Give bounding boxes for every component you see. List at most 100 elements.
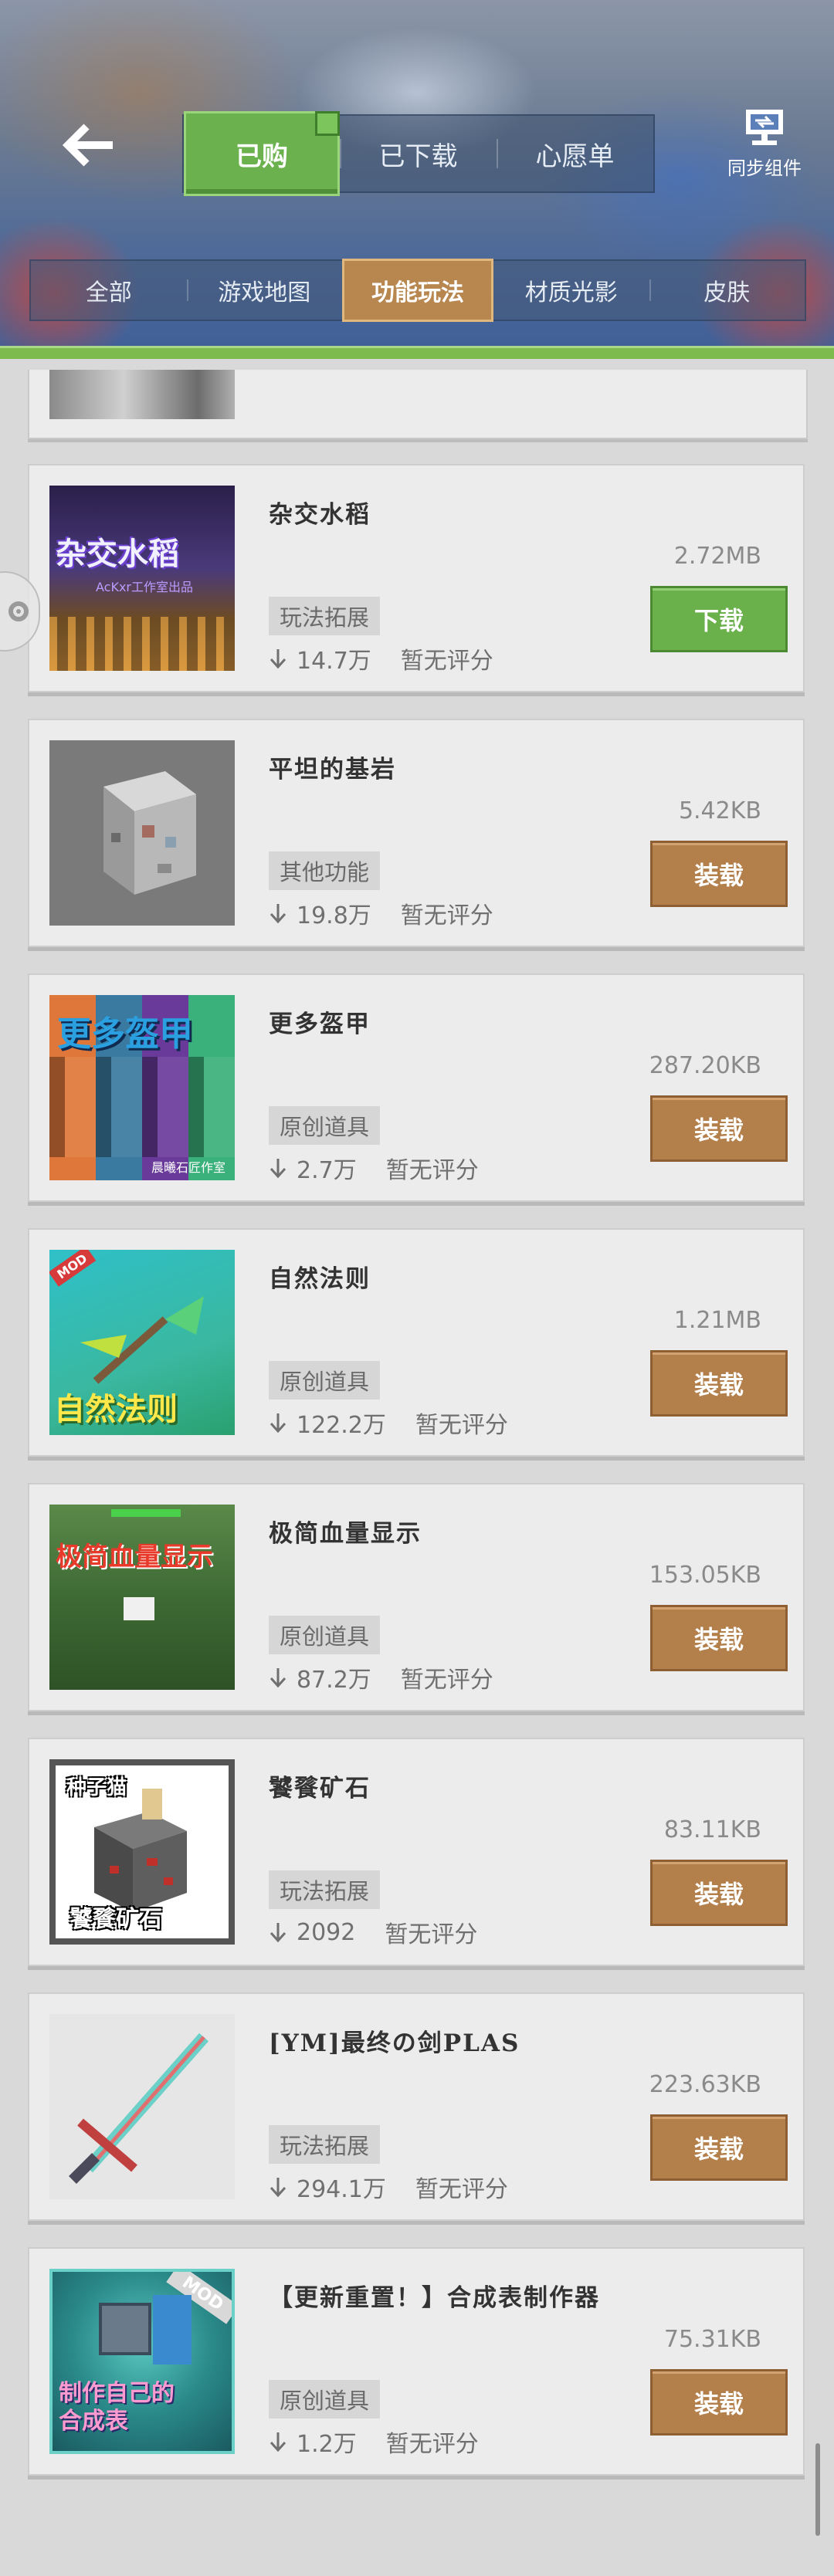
download-count-icon: [269, 1921, 287, 1943]
list-item[interactable]: 种子猫 饕餮矿石 饕餮矿石 83.11KB 玩法拓展 2092 暂无评分 装载: [28, 1738, 805, 1966]
item-thumbnail: [49, 2014, 235, 2199]
back-button[interactable]: [54, 114, 124, 176]
list-item[interactable]: MOD 自然法则 自然法则 1.21MB 原创道具 122.2万 暂无评分 装载: [28, 1228, 805, 1457]
install-button[interactable]: 装载: [650, 1605, 788, 1671]
install-button[interactable]: 装载: [650, 1095, 788, 1162]
install-button[interactable]: 装载: [650, 841, 788, 907]
item-stats: 2092 暂无评分: [269, 1915, 477, 1949]
item-downloads: 87.2万: [297, 1667, 371, 1694]
tab-downloaded[interactable]: 已下载: [340, 116, 497, 191]
item-tag: 原创道具: [269, 1616, 381, 1654]
list-item[interactable]: 更多盔甲 晨曦石匠作室 更多盔甲 287.20KB 原创道具 2.7万 暂无评分…: [28, 973, 805, 1202]
thumbnail-text: 自然法则: [54, 1392, 178, 1427]
thumbnail-subtext: 晨曦石匠作室: [151, 1160, 225, 1175]
item-downloads: 122.2万: [297, 1412, 386, 1439]
install-button[interactable]: 装载: [650, 2369, 788, 2436]
item-stats: 294.1万 暂无评分: [269, 2170, 508, 2204]
thumbnail-subtext: AcKxr工作室出品: [96, 580, 194, 594]
install-button[interactable]: 装载: [650, 1860, 788, 1926]
list-item[interactable]: [YM]最终の剑PLAS 223.63KB 玩法拓展 294.1万 暂无评分 装…: [28, 1992, 805, 2221]
item-downloads: 294.1万: [297, 2176, 386, 2203]
top-tabs: 已购 已下载 心愿单: [182, 111, 655, 196]
item-downloads: 2.7万: [297, 1157, 357, 1184]
item-rating: 暂无评分: [385, 1921, 478, 1948]
item-rating: 暂无评分: [400, 902, 493, 929]
item-rating: 暂无评分: [385, 1157, 479, 1184]
category-bar: 全部 游戏地图 功能玩法 材质光影 皮肤: [29, 259, 806, 322]
item-title: 饕餮矿石: [269, 1775, 371, 1803]
item-rating: 暂无评分: [385, 2431, 479, 2458]
install-button[interactable]: 装载: [650, 1350, 788, 1417]
download-count-icon: [269, 648, 287, 669]
bedrock-block-image: [103, 771, 196, 895]
list-item[interactable]: MOD 制作自己的合成表 【更新重置！】合成表制作器 75.31KB 原创道具 …: [28, 2247, 805, 2476]
item-title: 【更新重置！】合成表制作器: [269, 2284, 600, 2312]
item-tag: 原创道具: [269, 2380, 381, 2419]
item-tag: 原创道具: [269, 1361, 381, 1400]
header: 已购 已下载 心愿单 同步组件 全部 游戏地图 功能玩法 材质光影 皮肤: [0, 0, 834, 359]
tab-wishlist[interactable]: 心愿单: [497, 116, 653, 191]
item-rating: 暂无评分: [400, 1667, 493, 1694]
item-stats: 87.2万 暂无评分: [269, 1660, 493, 1694]
list-item[interactable]: 极简血量显示 极简血量显示 153.05KB 原创道具 87.2万 暂无评分 装…: [28, 1483, 805, 1711]
item-downloads: 2092: [297, 1918, 356, 1946]
sync-components-button[interactable]: 同步组件: [718, 108, 811, 193]
item-downloads: 19.8万: [297, 902, 371, 929]
thumbnail-text: 极简血量显示: [56, 1542, 213, 1572]
download-count-icon: [269, 1412, 287, 1434]
item-title: 平坦的基岩: [269, 756, 396, 784]
category-skins[interactable]: 皮肤: [649, 261, 805, 320]
item-stats: 122.2万 暂无评分: [269, 1406, 508, 1440]
download-count-icon: [269, 2176, 287, 2198]
item-downloads: 14.7万: [297, 648, 371, 675]
category-all[interactable]: 全部: [31, 261, 187, 320]
item-size: 2.72MB: [673, 543, 761, 570]
item-stats: 19.8万 暂无评分: [269, 896, 493, 930]
install-button[interactable]: 装载: [650, 2114, 788, 2181]
item-size: 5.42KB: [678, 797, 761, 824]
list-item-partial[interactable]: [28, 370, 808, 439]
category-gameplay[interactable]: 功能玩法: [342, 259, 493, 322]
item-thumbnail: MOD 制作自己的合成表: [49, 2269, 235, 2454]
item-rating: 暂无评分: [415, 1412, 508, 1439]
arrow-left-icon: [62, 124, 113, 167]
item-list[interactable]: 杂交水稻 AcKxr工作室出品 杂交水稻 2.72MB 玩法拓展 14.7万 暂…: [0, 370, 834, 2576]
item-tag: 原创道具: [269, 1106, 381, 1145]
item-title: 更多盔甲: [269, 1010, 371, 1038]
item-size: 223.63KB: [649, 2071, 761, 2098]
scrollbar[interactable]: [815, 2443, 820, 2536]
download-button[interactable]: 下载: [650, 586, 788, 652]
item-thumbnail: 极简血量显示: [49, 1505, 235, 1690]
category-game-maps[interactable]: 游戏地图: [186, 261, 343, 320]
download-count-icon: [269, 1157, 287, 1179]
item-title: [YM]最终の剑PLAS: [269, 2029, 520, 2057]
item-tag: 其他功能: [269, 851, 381, 890]
sync-monitor-icon: [746, 110, 783, 145]
thumbnail-text: 更多盔甲: [57, 1014, 193, 1054]
tab-purchased[interactable]: 已购: [184, 111, 340, 196]
list-item[interactable]: 杂交水稻 AcKxr工作室出品 杂交水稻 2.72MB 玩法拓展 14.7万 暂…: [28, 464, 805, 692]
item-size: 1.21MB: [673, 1307, 761, 1334]
item-thumbnail: 种子猫 饕餮矿石: [49, 1759, 235, 1945]
item-thumbnail: MOD 自然法则: [49, 1250, 235, 1435]
download-count-icon: [269, 2431, 287, 2452]
thumbnail-text: 饕餮矿石: [70, 1906, 162, 1933]
category-textures[interactable]: 材质光影: [493, 261, 649, 320]
item-downloads: 1.2万: [297, 2431, 357, 2458]
item-thumbnail: 杂交水稻 AcKxr工作室出品: [49, 486, 235, 671]
item-stats: 14.7万 暂无评分: [269, 641, 493, 675]
item-size: 75.31KB: [663, 2326, 761, 2353]
item-thumbnail: [49, 740, 235, 926]
item-size: 153.05KB: [649, 1562, 761, 1589]
item-tag: 玩法拓展: [269, 1870, 381, 1909]
item-rating: 暂无评分: [415, 2176, 508, 2203]
item-stats: 2.7万 暂无评分: [269, 1151, 479, 1185]
thumbnail-text: 杂交水稻: [56, 537, 179, 572]
item-tag: 玩法拓展: [269, 2125, 381, 2164]
item-rating: 暂无评分: [400, 648, 493, 675]
sync-label: 同步组件: [727, 157, 802, 179]
item-title: 杂交水稻: [269, 501, 371, 529]
item-stats: 1.2万 暂无评分: [269, 2425, 479, 2459]
item-size: 287.20KB: [649, 1052, 761, 1079]
list-item[interactable]: 平坦的基岩 5.42KB 其他功能 19.8万 暂无评分 装载: [28, 719, 805, 947]
